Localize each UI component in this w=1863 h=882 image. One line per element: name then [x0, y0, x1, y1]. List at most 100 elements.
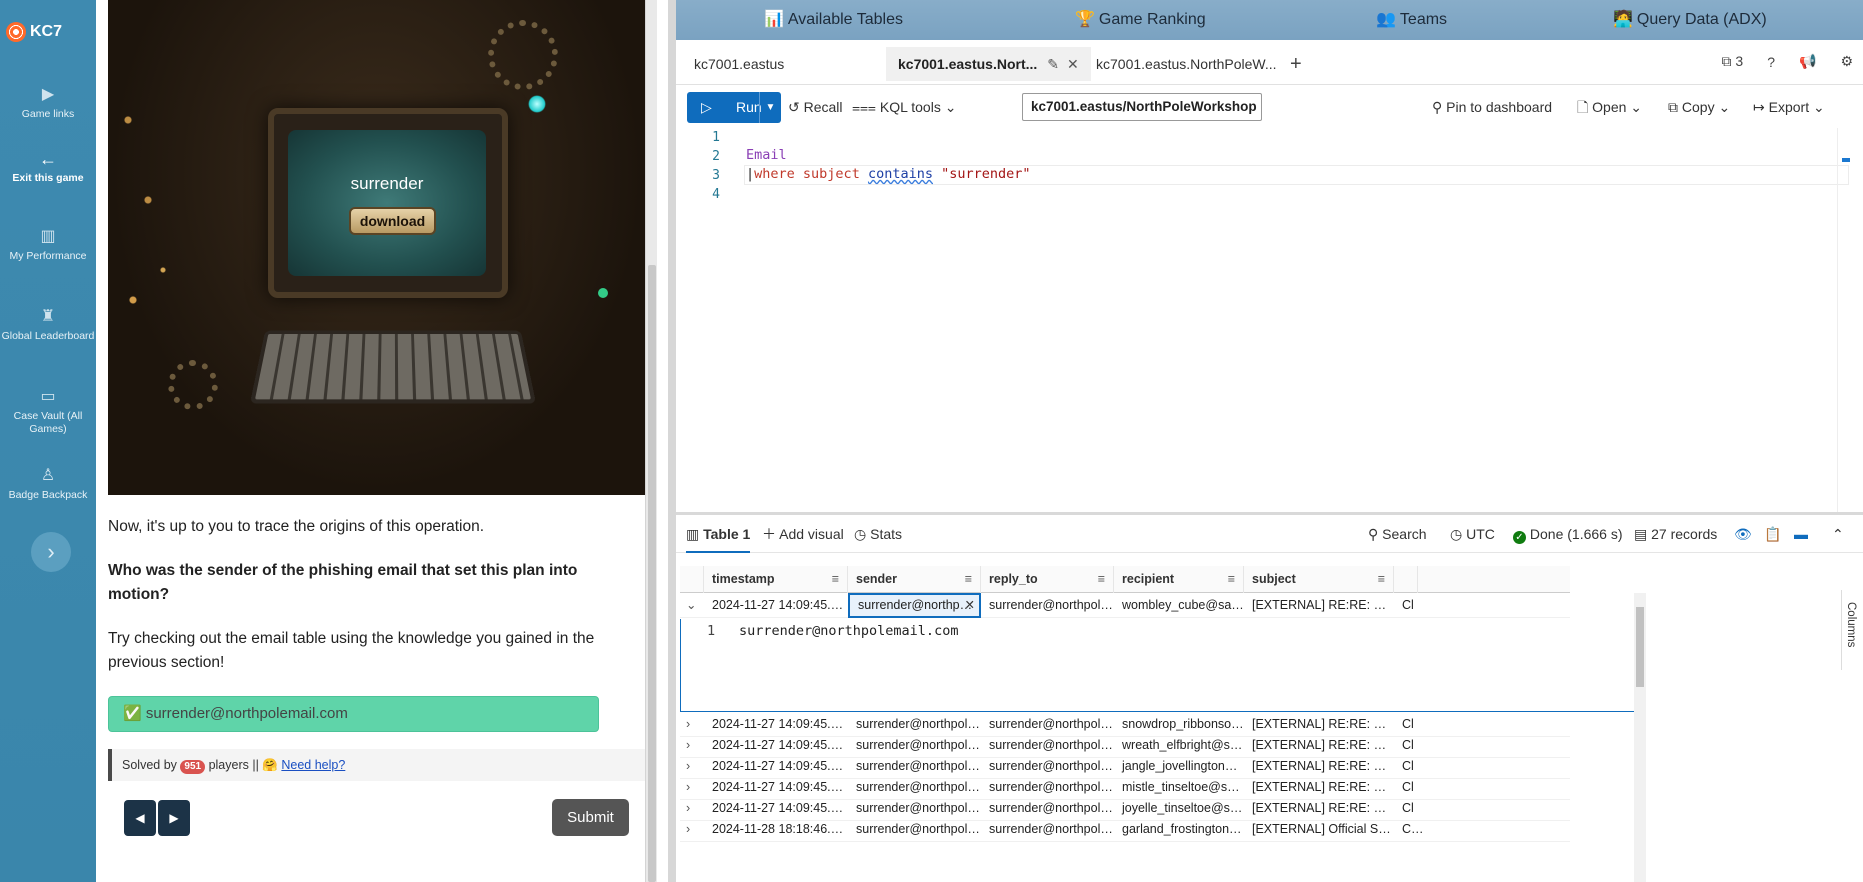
cell-sender[interactable]: surrender@northpol... ✕ [848, 593, 981, 618]
column-header-timestamp[interactable]: timestamp ≡ [704, 566, 848, 593]
cell-timestamp[interactable]: 2024-11-28 18:18:46.0000 [704, 817, 848, 842]
query-tab[interactable]: kc7001.eastus [682, 47, 796, 81]
column-menu-icon[interactable]: ≡ [1098, 566, 1105, 593]
ruler-marker [1842, 158, 1850, 162]
search-icon: ⚲ [1368, 526, 1383, 542]
cell-reply-to[interactable]: surrender@northpole... [981, 817, 1114, 842]
rail-item-label: My Performance [9, 250, 87, 262]
cell-extra[interactable]: Cl h... [1394, 817, 1424, 842]
rail-item-my-performance[interactable]: ▥ My Performance [0, 228, 96, 263]
column-header-recipient[interactable]: recipient ≡ [1114, 566, 1244, 593]
rail-item-game-links[interactable]: ▶ Game links [0, 86, 96, 121]
expand-rail-button[interactable]: › [31, 532, 71, 572]
clipboard-icon[interactable]: 📋 [1764, 515, 1781, 553]
edit-icon[interactable]: ✎ [1047, 56, 1059, 72]
tab-label: Table 1 [703, 526, 751, 542]
feedback-icon[interactable]: 📢 [1799, 53, 1816, 70]
utc-toggle[interactable]: ◷ UTC [1450, 515, 1495, 553]
cell-sender[interactable]: surrender@northpole... [848, 817, 981, 842]
recall-label: Recall [803, 99, 843, 115]
export-button[interactable]: ↦ Export ⌄ [1753, 92, 1825, 123]
table-row[interactable]: › 2024-11-28 18:18:46.0000 surrender@north… [680, 817, 1570, 842]
recall-button[interactable]: ↺ Recall [788, 92, 843, 123]
run-button[interactable]: ▷ Run ▼ [687, 92, 781, 123]
open-label: Open [1592, 99, 1627, 115]
nav-game-ranking[interactable]: 🏆 Game Ranking [1075, 0, 1206, 40]
column-menu-icon[interactable]: ≡ [832, 566, 839, 593]
columns-side-panel[interactable]: Columns [1841, 590, 1863, 670]
cell-reply-to[interactable]: surrender@northpole... [981, 593, 1114, 618]
open-button[interactable]: 🗋 Open ⌄ [1577, 92, 1642, 123]
chevron-up-icon[interactable]: ⌃ [1832, 515, 1844, 553]
column-header-reply-to[interactable]: reply_to ≡ [981, 566, 1114, 593]
stats-icon: ◷ [854, 526, 871, 542]
stats-button[interactable]: ◷ Stats [854, 515, 902, 553]
lesson-scrollbar[interactable] [645, 0, 657, 882]
submit-button[interactable]: Submit [552, 799, 629, 836]
column-header-subject[interactable]: subject ≡ [1244, 566, 1394, 593]
kc7-logo[interactable]: KC7 [6, 22, 62, 42]
rail-item-badge-backpack[interactable]: ♙ Badge Backpack [0, 467, 96, 502]
column-header-sender[interactable]: sender ≡ [848, 566, 981, 593]
rail-item-label: Global Leaderboard [1, 330, 95, 342]
next-question-button[interactable]: ▶ [158, 800, 190, 836]
results-grid: timestamp ≡ sender ≡ reply_to ≡ recipient ≡ … [680, 566, 1838, 882]
column-menu-icon[interactable]: ≡ [1228, 566, 1235, 593]
cell-timestamp[interactable]: 2024-11-27 14:09:45.0000 [704, 593, 848, 618]
detail-value[interactable]: surrender@northpolemail.com [739, 623, 958, 639]
rail-item-exit-game[interactable]: ← Exit this game [0, 150, 96, 185]
copy-label: Copy [1681, 99, 1715, 115]
cell-recipient[interactable]: wombley_cube@sant... [1114, 593, 1244, 618]
query-toolbar: ▷ Run ▼ ↺ Recall ⩶ KQL tools ⌄ kc7001.ea… [676, 88, 1863, 128]
add-visual-button[interactable]: ＋ Add visual [762, 515, 844, 553]
cell-extra[interactable]: Cl [1394, 593, 1424, 618]
column-header-extra[interactable] [1394, 566, 1418, 593]
app-root: KC7 ▶ Game links ← Exit this game ▥ My P… [0, 0, 1863, 882]
query-tab[interactable]: kc7001.eastus.NorthPoleW... [1084, 47, 1289, 81]
need-help-link[interactable]: Need help? [281, 758, 345, 772]
plus-icon: ＋ [762, 526, 780, 542]
nav-available-tables[interactable]: 📊 Available Tables [764, 0, 903, 40]
add-tab-button[interactable]: + [1290, 53, 1302, 76]
query-editor[interactable]: 1 2 3 4 Email |where subject contains "s… [676, 128, 1863, 512]
gear-icon[interactable]: ⚙ [1840, 53, 1853, 70]
query-tab-active[interactable]: kc7001.eastus.Nort... ✎ ✕ [886, 47, 1091, 81]
close-icon[interactable]: ✕ [965, 595, 975, 616]
expand-row-icon[interactable]: › [680, 817, 704, 842]
editor-overview-ruler[interactable] [1837, 128, 1851, 512]
nav-teams[interactable]: 👥 Teams [1376, 0, 1447, 40]
tab-table-1[interactable]: ▥ Table 1 [686, 515, 751, 553]
rail-item-case-vault[interactable]: ▭ Case Vault (All Games) [0, 388, 96, 436]
eye-icon[interactable]: 👁 [1734, 515, 1752, 553]
nav-query-data[interactable]: 🧑‍💻 Query Data (ADX) [1613, 0, 1767, 40]
utc-label: UTC [1466, 526, 1495, 542]
close-icon[interactable]: ✕ [1067, 56, 1079, 72]
cluster-database-selector[interactable]: kc7001.eastus/NorthPoleWorkshop [1022, 93, 1262, 121]
previous-question-button[interactable]: ◀ [124, 800, 156, 836]
table-row[interactable]: ⌄ 2024-11-27 14:09:45.0000 surrender@north… [680, 593, 1570, 618]
pin-to-dashboard-button[interactable]: ⚲ Pin to dashboard [1432, 92, 1552, 123]
monitor-screen [288, 130, 486, 276]
answer-field[interactable]: ✅ surrender@northpolemail.com [108, 696, 599, 732]
rail-item-global-leaderboard[interactable]: ♜ Global Leaderboard [0, 308, 96, 343]
tabs-count[interactable]: ⧉ 3 [1722, 53, 1744, 70]
grid-scrollbar[interactable] [1634, 593, 1646, 882]
collapse-row-icon[interactable]: ⌄ [680, 593, 704, 618]
help-icon[interactable]: ? [1767, 54, 1775, 70]
copy-button[interactable]: ⧉ Copy ⌄ [1668, 92, 1730, 123]
search-label: Search [1382, 526, 1427, 542]
chevron-down-icon[interactable]: ▼ [759, 92, 781, 123]
kql-tools-button[interactable]: ⩶ KQL tools ⌄ [852, 92, 956, 123]
scrollbar-thumb[interactable] [1636, 607, 1644, 687]
search-button[interactable]: ⚲ Search [1368, 515, 1427, 553]
cell-subject[interactable]: [EXTERNAL] Official Surre... [1244, 817, 1394, 842]
row-detail-panel[interactable]: 1 surrender@northpolemail.com [680, 619, 1635, 712]
cell-recipient[interactable]: garland_frostington@... [1114, 817, 1244, 842]
layout-icon[interactable]: ▬ [1794, 515, 1808, 553]
scrollbar-thumb[interactable] [648, 265, 656, 882]
column-menu-icon[interactable]: ≡ [965, 566, 972, 593]
cell-subject[interactable]: [EXTERNAL] RE:RE: Officia... [1244, 593, 1394, 618]
query-status: ✓ Done (1.666 s) [1513, 515, 1623, 553]
column-menu-icon[interactable]: ≡ [1378, 566, 1385, 593]
pane-splitter[interactable] [668, 0, 676, 882]
